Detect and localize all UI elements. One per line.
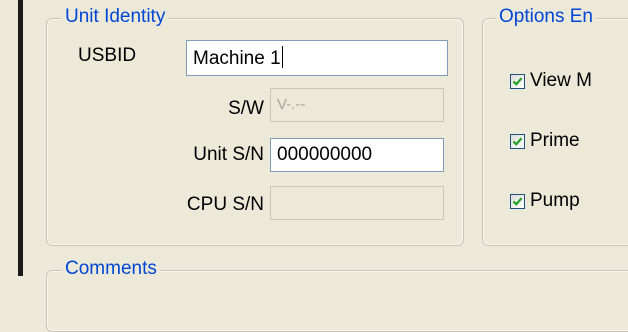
check-mark-icon <box>512 137 523 146</box>
pump-checkbox-label[interactable]: Pump <box>530 190 580 212</box>
unit-sn-input[interactable]: 000000000 <box>270 138 444 172</box>
cpu-sn-label: CPU S/N <box>186 194 264 215</box>
sw-field: V-.-- <box>270 88 444 122</box>
view-checkbox[interactable] <box>510 74 525 89</box>
sw-label: S/W <box>228 98 264 119</box>
usbid-value: Machine 1 <box>193 48 281 69</box>
prime-checkbox-label[interactable]: Prime <box>530 130 580 152</box>
usbid-input[interactable]: Machine 1 <box>186 40 448 76</box>
text-caret <box>281 46 283 68</box>
usbid-label: USBID <box>78 45 137 66</box>
pump-checkbox[interactable] <box>510 194 525 209</box>
view-checkbox-label[interactable]: View M <box>530 70 592 92</box>
unit-identity-legend: Unit Identity <box>62 6 169 28</box>
options-legend: Options En <box>496 6 596 28</box>
prime-checkbox[interactable] <box>510 134 525 149</box>
cpu-sn-field <box>270 186 444 220</box>
comments-legend: Comments <box>62 258 160 280</box>
check-mark-icon <box>512 77 523 86</box>
unit-sn-label: Unit S/N <box>193 144 264 165</box>
check-mark-icon <box>512 197 523 206</box>
window-edge-divider <box>18 0 23 276</box>
